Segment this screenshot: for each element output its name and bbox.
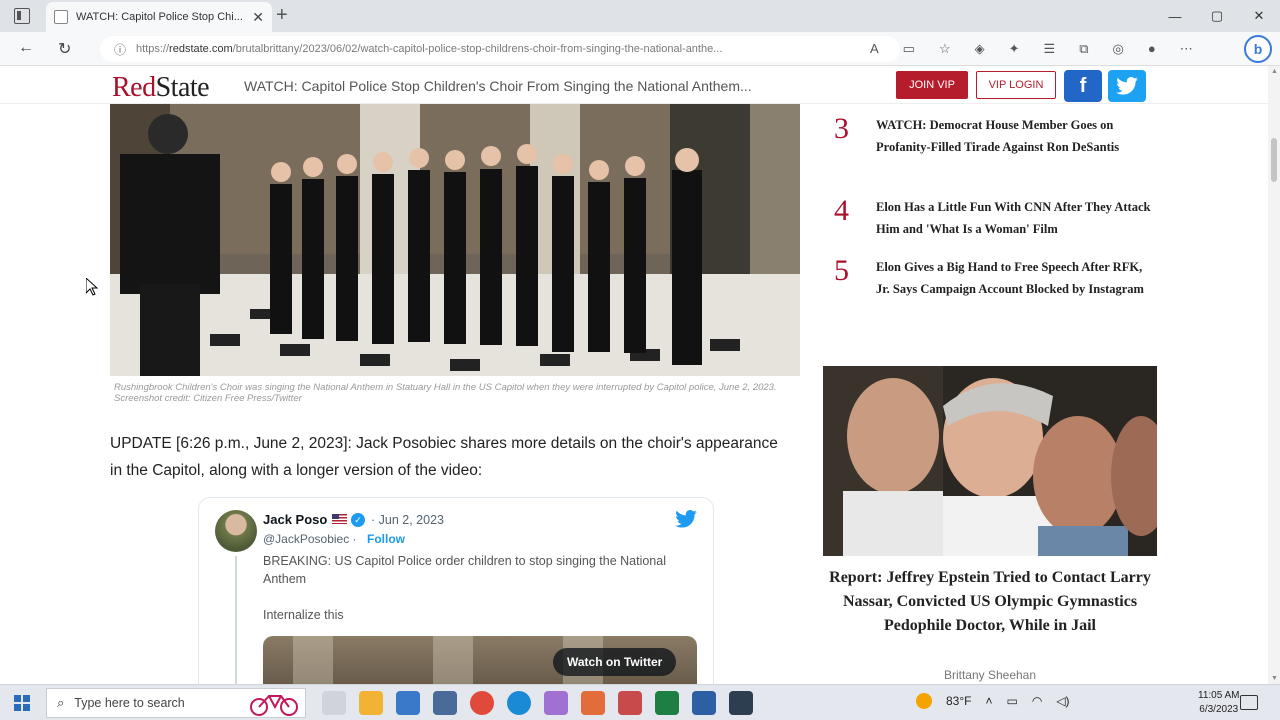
screen: WATCH: Capitol Police Stop Chi... ✕ + — … <box>0 0 1280 720</box>
tab-actions-icon[interactable] <box>14 8 30 24</box>
clock-date: 6/3/2023 <box>1199 704 1239 715</box>
word-icon[interactable] <box>692 691 716 715</box>
windows-taskbar: ⌕ Type here to search 83°F ˄ ▭ ◠ ◁) 11:0… <box>0 684 1280 720</box>
search-placeholder: Type here to search <box>74 696 185 710</box>
trending-number: 5 <box>834 254 849 287</box>
watch-on-twitter-button[interactable]: Watch on Twitter <box>553 648 677 676</box>
battery-icon[interactable]: ▭ <box>1007 694 1018 708</box>
windows-start-icon[interactable] <box>14 695 30 711</box>
favorites-icon[interactable]: ☰ <box>1044 41 1056 57</box>
tab-close-icon[interactable]: ✕ <box>252 9 264 26</box>
header-headline: WATCH: Capitol Police Stop Children's Ch… <box>244 78 752 94</box>
clock-time: 11:05 AM <box>1198 690 1240 701</box>
tweet-avatar[interactable] <box>215 510 257 552</box>
excel-icon[interactable] <box>655 691 679 715</box>
photo-caption: Rushingbrook Children's Choir was singin… <box>114 382 777 404</box>
browser-toolbar: ← ↻ ⓘ https://redstate.com/brutalbrittan… <box>0 32 1280 66</box>
redstate-logo[interactable]: RedState <box>112 72 210 104</box>
browser-tab[interactable]: WATCH: Capitol Police Stop Chi... ✕ <box>46 2 272 32</box>
tweet-thread-line <box>235 556 237 696</box>
maximize-button[interactable]: ▢ <box>1196 0 1238 32</box>
feature-story-author[interactable]: Brittany Sheehan <box>823 668 1157 682</box>
trending-headline[interactable]: Elon Has a Little Fun With CNN After The… <box>876 196 1154 240</box>
bicycle-icon <box>249 692 299 720</box>
article-photo <box>110 104 800 376</box>
app-icon-red[interactable] <box>618 691 642 715</box>
favicon-icon <box>54 10 68 24</box>
notifications-icon[interactable] <box>1240 695 1258 710</box>
puzzle-icon[interactable]: ✦ <box>1009 41 1020 57</box>
weather-icon[interactable] <box>916 693 932 709</box>
join-vip-button[interactable]: JOIN VIP <box>896 71 968 99</box>
new-tab-button[interactable]: + <box>276 4 288 27</box>
address-bar[interactable]: ⓘ https://redstate.com/brutalbrittany/20… <box>100 36 900 62</box>
tab-title: WATCH: Capitol Police Stop Chi... <box>76 11 243 23</box>
refresh-icon[interactable]: ↻ <box>58 39 71 59</box>
system-tray: 83°F ˄ ▭ ◠ ◁) <box>916 693 1070 709</box>
profile-avatar-icon[interactable]: ● <box>1148 41 1156 57</box>
more-menu-icon[interactable]: ⋯ <box>1180 41 1193 57</box>
trending-number: 4 <box>834 194 849 227</box>
store-icon[interactable] <box>396 691 420 715</box>
search-icon: ⌕ <box>57 695 65 710</box>
bing-icon[interactable]: b <box>1244 35 1272 63</box>
browser-tool-icons: A ▭ ☆ ◈ ✦ ☰ ⧉ ◎ ● ⋯ <box>870 41 1193 57</box>
site-header: RedState WATCH: Capitol Police Stop Chil… <box>0 66 1268 104</box>
scroll-down-icon[interactable]: ▼ <box>1271 675 1278 682</box>
reader-icon[interactable]: ▭ <box>903 41 915 57</box>
terminal-icon[interactable] <box>729 691 753 715</box>
shield-icon[interactable]: ◎ <box>1112 41 1123 57</box>
media-icon[interactable] <box>544 691 568 715</box>
taskbar-apps <box>322 691 753 715</box>
task-view-icon[interactable] <box>322 691 346 715</box>
mail-icon[interactable] <box>433 691 457 715</box>
trending-headline[interactable]: Elon Gives a Big Hand to Free Speech Aft… <box>876 256 1154 300</box>
scrollbar-thumb[interactable] <box>1271 138 1277 182</box>
office-icon[interactable] <box>581 691 605 715</box>
read-aloud-icon[interactable]: A <box>870 41 879 57</box>
collections-icon[interactable]: ⧉ <box>1079 41 1088 57</box>
info-icon[interactable]: ⓘ <box>114 41 126 58</box>
update-paragraph: UPDATE [6:26 p.m., June 2, 2023]: Jack P… <box>110 435 778 479</box>
taskbar-clock[interactable]: 11:05 AM 6/3/2023 <box>1198 689 1240 717</box>
minimize-button[interactable]: — <box>1154 0 1196 32</box>
chrome-icon[interactable] <box>470 691 494 715</box>
trending-headline[interactable]: WATCH: Democrat House Member Goes on Pro… <box>876 114 1154 158</box>
extension-icon[interactable]: ◈ <box>975 41 985 57</box>
weather-temp[interactable]: 83°F <box>946 694 971 708</box>
file-explorer-icon[interactable] <box>359 691 383 715</box>
tweet-text-secondary: Internalize this <box>263 608 344 622</box>
scroll-up-icon[interactable]: ▲ <box>1271 68 1278 75</box>
follow-link[interactable]: Follow <box>367 532 405 546</box>
volume-icon[interactable]: ◁) <box>1056 694 1069 708</box>
tweet-date[interactable]: · Jun 2, 2023 <box>371 513 444 527</box>
page-scrollbar[interactable]: ▲ ▼ <box>1268 66 1280 684</box>
facebook-share-icon[interactable]: f <box>1064 70 1102 102</box>
url-text: https://redstate.com/brutalbrittany/2023… <box>136 43 723 55</box>
browser-tab-strip: WATCH: Capitol Police Stop Chi... ✕ + — … <box>0 0 1280 32</box>
embedded-tweet[interactable]: Jack Poso ✓ · Jun 2, 2023 @JackPosobiec … <box>198 497 714 697</box>
mouse-cursor-icon <box>85 276 99 301</box>
favorite-star-icon[interactable]: ☆ <box>939 41 951 57</box>
edge-icon[interactable] <box>507 691 531 715</box>
twitter-bird-icon[interactable] <box>675 510 697 533</box>
window-controls: — ▢ ✕ <box>1154 0 1280 32</box>
back-arrow-icon[interactable]: ← <box>18 39 34 57</box>
twitter-share-icon[interactable] <box>1108 70 1146 102</box>
trending-number: 3 <box>834 112 849 145</box>
feature-story-title[interactable]: Report: Jeffrey Epstein Tried to Contact… <box>823 566 1157 638</box>
close-window-button[interactable]: ✕ <box>1238 0 1280 32</box>
vip-login-button[interactable]: VIP LOGIN <box>976 71 1056 99</box>
feature-story-image[interactable] <box>823 366 1157 556</box>
us-flag-icon <box>332 514 347 524</box>
verified-icon: ✓ <box>351 513 365 527</box>
tweet-text: BREAKING: US Capitol Police order childr… <box>263 554 666 586</box>
tray-chevron-icon[interactable]: ˄ <box>985 694 992 708</box>
tweet-handle[interactable]: @JackPosobiec · <box>263 532 357 546</box>
taskbar-search-box[interactable]: ⌕ Type here to search <box>46 688 306 718</box>
network-icon[interactable]: ◠ <box>1032 694 1042 708</box>
tweet-author-name[interactable]: Jack Poso <box>263 512 327 527</box>
